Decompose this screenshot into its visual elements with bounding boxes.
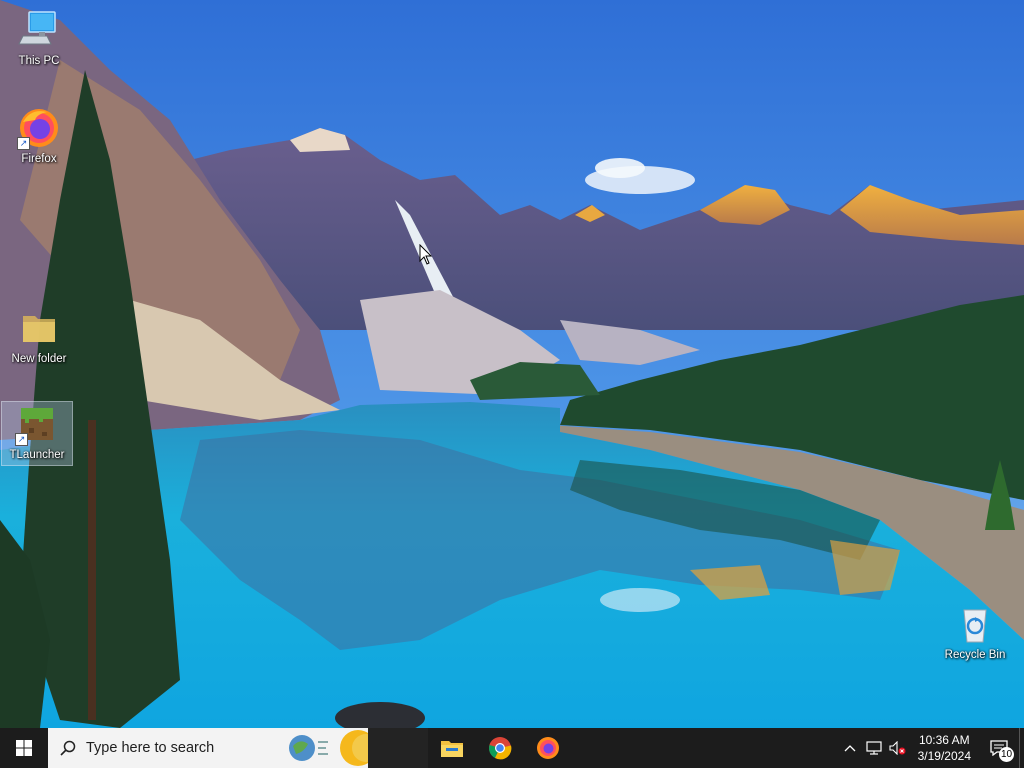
show-hidden-icons-button[interactable]	[838, 728, 862, 768]
shortcut-arrow-icon: ↗	[17, 137, 30, 150]
volume-muted-icon	[889, 741, 906, 755]
shortcut-arrow-icon: ↗	[15, 433, 28, 446]
start-button[interactable]	[0, 728, 48, 768]
network-icon	[866, 741, 882, 755]
desktop-icon-firefox[interactable]: ↗ Firefox	[4, 106, 74, 165]
desktop-icon-this-pc[interactable]: This PC	[4, 8, 74, 67]
taskbar-app-chrome[interactable]	[476, 728, 524, 768]
show-desktop-button[interactable]	[1019, 728, 1024, 768]
taskbar: Type here to search 10:36 AM 3/19/2024 1…	[0, 728, 1024, 768]
this-pc-icon	[17, 8, 61, 52]
desktop-icon-label: Firefox	[21, 153, 57, 165]
desktop-icon-label: TLauncher	[9, 449, 65, 461]
taskbar-app-file-explorer[interactable]	[428, 728, 476, 768]
search-highlight-image	[289, 730, 368, 766]
system-tray: 10:36 AM 3/19/2024 10	[838, 728, 1024, 768]
desktop-icon-label: New folder	[11, 353, 67, 365]
folder-icon	[17, 306, 61, 350]
volume-tray-button[interactable]	[886, 728, 910, 768]
desktop-icon-recycle-bin[interactable]: Recycle Bin	[940, 602, 1010, 661]
firefox-icon: ↗	[17, 106, 61, 150]
windows-logo-icon	[16, 740, 32, 756]
action-center-button[interactable]: 10	[979, 728, 1019, 768]
network-tray-button[interactable]	[862, 728, 886, 768]
clock-date: 3/19/2024	[917, 749, 971, 763]
search-icon	[60, 740, 76, 756]
chevron-up-icon	[844, 745, 856, 752]
notification-count-badge: 10	[999, 747, 1014, 762]
search-placeholder: Type here to search	[86, 740, 215, 756]
taskbar-search-box[interactable]: Type here to search	[48, 728, 368, 768]
tlauncher-icon: ↗	[15, 402, 59, 446]
firefox-icon	[537, 737, 559, 759]
clock-time: 10:36 AM	[918, 733, 970, 747]
desktop-icon-new-folder[interactable]: New folder	[4, 306, 74, 365]
desktop-wallpaper	[0, 0, 1024, 728]
desktop-icon-label: This PC	[18, 55, 60, 67]
desktop-icon-tlauncher[interactable]: ↗ TLauncher	[1, 401, 73, 466]
taskbar-app-firefox[interactable]	[524, 728, 572, 768]
mouse-cursor-icon	[419, 244, 433, 265]
taskbar-spacer	[368, 728, 428, 768]
recycle-bin-icon	[953, 602, 997, 646]
taskbar-clock[interactable]: 10:36 AM 3/19/2024	[910, 732, 979, 764]
wallpaper-landscape	[0, 0, 1024, 728]
file-explorer-icon	[441, 741, 463, 757]
chrome-icon	[489, 737, 512, 760]
desktop-icon-label: Recycle Bin	[944, 649, 1006, 661]
